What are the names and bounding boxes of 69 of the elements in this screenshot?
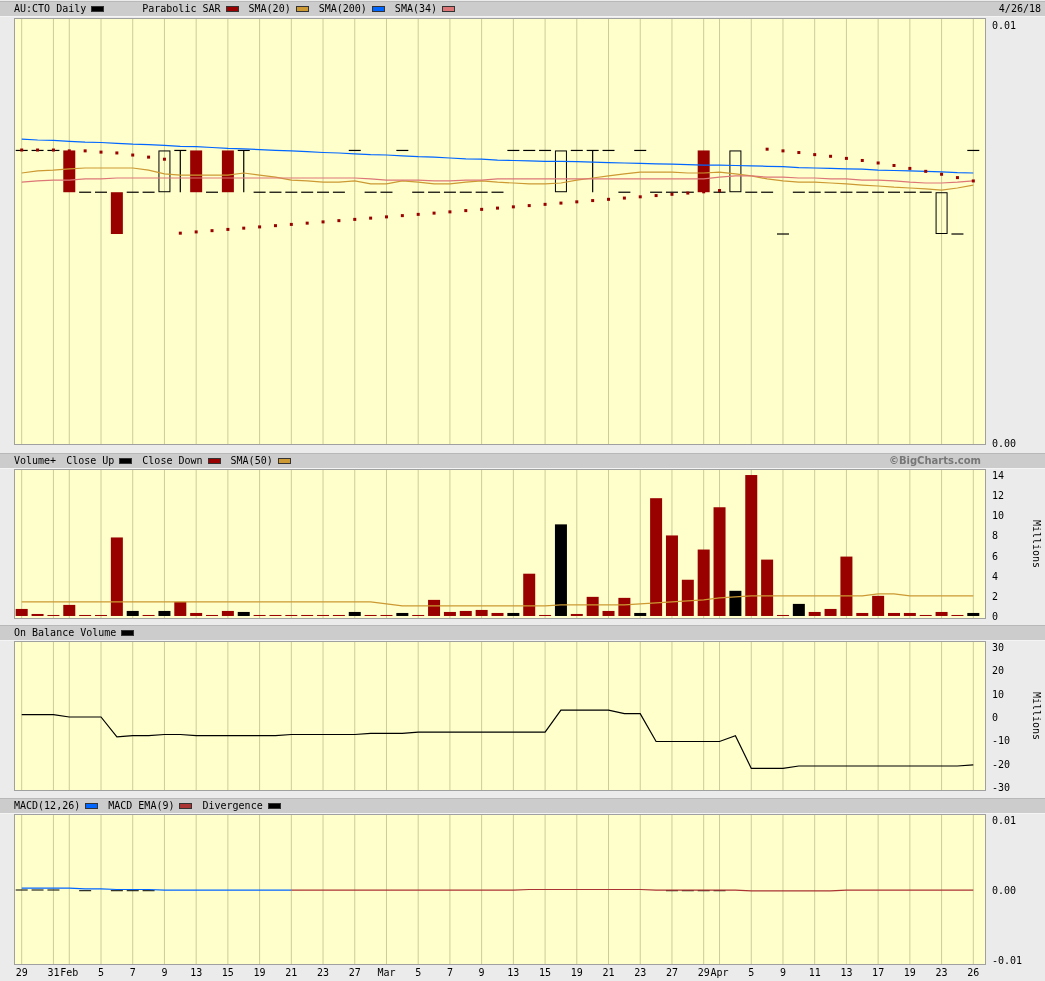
- axis-label: 4: [992, 570, 999, 582]
- axis-label: -0.01: [992, 955, 1023, 967]
- legend-label: Close Down: [142, 455, 203, 467]
- axis-label: 0: [992, 611, 999, 621]
- axis-label: 21: [602, 967, 615, 978]
- legend-label: MACD(12,26): [14, 800, 81, 812]
- axis-label: 0: [992, 712, 999, 724]
- axis-label: 13: [190, 967, 203, 978]
- axis-label: Feb: [60, 967, 79, 978]
- axis-label: 6: [992, 550, 999, 562]
- axis-label: 0.00: [992, 437, 1017, 447]
- axis-label: 13: [840, 967, 853, 978]
- legend-label: MACD EMA(9): [108, 800, 175, 812]
- axis-title: Millions: [1031, 691, 1042, 741]
- axis-label: 14: [992, 470, 1005, 482]
- axis-label: 29: [15, 967, 28, 978]
- axis-label: 0.01: [992, 20, 1017, 32]
- axis-label: 26: [967, 967, 980, 978]
- axis-label: 2: [992, 590, 999, 602]
- panel-title: Volume+: [14, 455, 57, 467]
- axis-label: 15: [221, 967, 234, 978]
- legend-label: Parabolic SAR: [142, 3, 221, 15]
- copyright-label: ©BigCharts.com: [888, 455, 981, 467]
- axis-label: 30: [992, 642, 1005, 654]
- axis-label: 5: [415, 967, 422, 978]
- axis-label: 12: [992, 490, 1005, 502]
- legend-label: SMA(20): [248, 3, 291, 15]
- axis-label: -30: [992, 782, 1011, 793]
- axis-label: 9: [478, 967, 485, 978]
- axis-label: 17: [872, 967, 885, 978]
- axis-label: -20: [992, 758, 1011, 770]
- legend-label: SMA(200): [318, 3, 367, 15]
- axis-label: 9: [779, 967, 786, 978]
- axis-label: 15: [539, 967, 552, 978]
- axis-label: 31: [47, 967, 60, 978]
- legend-label: Close Up: [66, 455, 115, 467]
- axis-label: Apr: [710, 967, 729, 978]
- axis-label: 8: [992, 530, 999, 542]
- axis-label: 29: [697, 967, 710, 978]
- axis-label: Mar: [377, 967, 396, 978]
- axis-label: 20: [992, 665, 1005, 677]
- axis-label: 19: [570, 967, 583, 978]
- axis-label: 7: [446, 967, 453, 978]
- legend-label: Divergence: [202, 800, 263, 812]
- axis-label: 23: [935, 967, 948, 978]
- axis-label: 23: [634, 967, 647, 978]
- axis-label: 13: [507, 967, 520, 978]
- axis-title: Millions: [1031, 519, 1042, 569]
- axis-label: 9: [161, 967, 168, 978]
- legend-label: On Balance Volume: [14, 627, 117, 639]
- axis-label: 0.00: [992, 885, 1017, 897]
- legend-label: SMA(34): [394, 3, 437, 15]
- axis-label: 27: [348, 967, 361, 978]
- axis-label: 5: [98, 967, 104, 978]
- chart-date: 4/26/18: [998, 3, 1041, 15]
- axis-label: 7: [129, 967, 136, 978]
- axis-label: 10: [992, 510, 1005, 522]
- axis-label: 23: [317, 967, 330, 978]
- legend-label: AU:CTO Daily: [14, 3, 87, 15]
- axis-label: 19: [903, 967, 916, 978]
- axis-label: -10: [992, 735, 1011, 747]
- axis-label: 27: [665, 967, 678, 978]
- axis-label: 0.01: [992, 815, 1017, 827]
- axis-label: 11: [808, 967, 821, 978]
- axis-label: 21: [285, 967, 298, 978]
- axis-label: 5: [748, 967, 755, 978]
- axis-label: 10: [992, 688, 1005, 700]
- axis-label: 19: [253, 967, 266, 978]
- legend-label: SMA(50): [230, 455, 273, 467]
